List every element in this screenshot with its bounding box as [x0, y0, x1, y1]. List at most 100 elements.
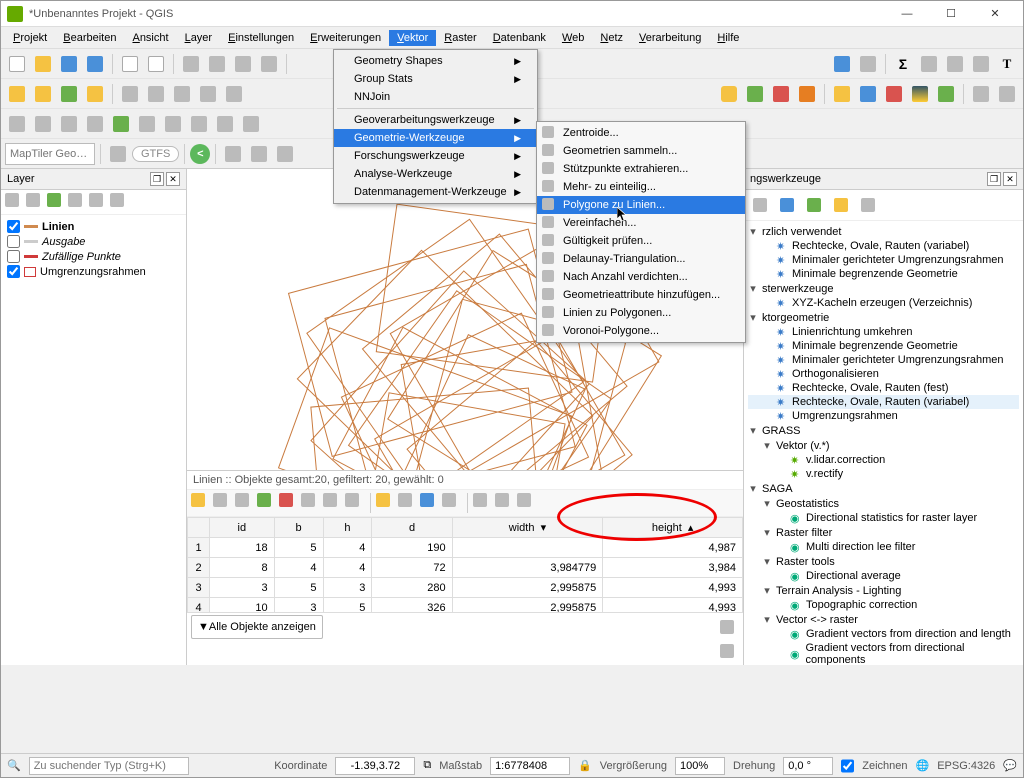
geom7-button[interactable] — [161, 112, 185, 136]
processing-item[interactable]: ✷v.rectify — [748, 467, 1019, 481]
at-zoom-icon[interactable] — [442, 493, 462, 513]
table-row-header[interactable]: 1 — [188, 538, 210, 558]
table-cell[interactable]: 18 — [210, 538, 275, 558]
tool-row4-c[interactable] — [247, 142, 271, 166]
global-search-input[interactable] — [29, 757, 189, 775]
geom9-button[interactable] — [213, 112, 237, 136]
geom10-button[interactable] — [239, 112, 263, 136]
vector-menu-item[interactable]: Analyse-Werkzeuge▶ — [334, 165, 537, 183]
maptiler-search-input[interactable] — [5, 143, 95, 165]
pan-selection-button[interactable] — [205, 52, 229, 76]
table-header[interactable]: id — [210, 518, 275, 538]
processing-group[interactable]: ▾ktorgeometrie — [748, 310, 1019, 325]
expand-icon[interactable] — [68, 193, 86, 211]
table-view-icon[interactable] — [715, 615, 739, 639]
at-form-icon[interactable] — [517, 493, 537, 513]
pan-button[interactable] — [179, 52, 203, 76]
close-button[interactable]: ✕ — [973, 1, 1017, 27]
geom-submenu-item[interactable]: Nach Anzahl verdichten... — [537, 268, 745, 286]
coord-value-input[interactable] — [335, 757, 415, 775]
table-cell[interactable]: 5 — [274, 538, 323, 558]
sigma-button[interactable]: Σ — [891, 52, 915, 76]
color3-button[interactable] — [882, 82, 906, 106]
processing-item[interactable]: ✷Minimaler gerichteter Umgrenzungsrahmen — [748, 253, 1019, 267]
table-cell[interactable]: 280 — [372, 578, 452, 598]
geom3-button[interactable] — [57, 112, 81, 136]
processing-item[interactable]: ✷Minimale begrenzende Geometrie — [748, 267, 1019, 281]
geom8-button[interactable] — [187, 112, 211, 136]
vector-menu-item[interactable]: Datenmanagement-Werkzeuge▶ — [334, 183, 537, 201]
geom6-button[interactable] — [135, 112, 159, 136]
geom-submenu-item[interactable]: Gültigkeit prüfen... — [537, 232, 745, 250]
tool3-button[interactable] — [969, 52, 993, 76]
tool-row4-a[interactable] — [106, 142, 130, 166]
table-cell[interactable] — [452, 538, 603, 558]
proc-run-icon[interactable] — [802, 193, 826, 217]
table-cell[interactable]: 4 — [323, 558, 372, 578]
tool-row4-b[interactable] — [221, 142, 245, 166]
table-cell[interactable]: 5 — [274, 578, 323, 598]
collapse-icon[interactable] — [89, 193, 107, 211]
db1-button[interactable] — [5, 82, 29, 106]
menu-netz[interactable]: Netz — [592, 30, 631, 46]
menu-ansicht[interactable]: Ansicht — [124, 30, 176, 46]
menu-projekt[interactable]: Projekt — [5, 30, 55, 46]
geom-submenu-item[interactable]: Delaunay-Triangulation... — [537, 250, 745, 268]
vector-menu-item[interactable]: Geoverarbeitungswerkzeuge▶ — [334, 111, 537, 129]
color1-button[interactable] — [830, 82, 854, 106]
plugin-button[interactable] — [934, 82, 958, 106]
processing-item[interactable]: ✷Rechtecke, Ovale, Rauten (variabel) — [748, 395, 1019, 409]
layout-manager-button[interactable] — [144, 52, 168, 76]
vector-menu-item[interactable]: Group Stats▶ — [334, 70, 537, 88]
processing-item[interactable]: ✷Minimale begrenzende Geometrie — [748, 339, 1019, 353]
geom-submenu-item[interactable]: Stützpunkte extrahieren... — [537, 160, 745, 178]
menu-hilfe[interactable]: Hilfe — [709, 30, 747, 46]
layers-tree[interactable]: LinienAusgabeZufällige PunkteUmgrenzungs… — [1, 215, 186, 665]
menu-web[interactable]: Web — [554, 30, 592, 46]
table-cell[interactable]: 4 — [274, 558, 323, 578]
at-edit-icon[interactable] — [191, 493, 211, 513]
panel-close-button[interactable]: ✕ — [166, 172, 180, 186]
table-cell[interactable]: 3,984779 — [452, 558, 603, 578]
identify-button[interactable] — [830, 52, 854, 76]
table-cell[interactable]: 5 — [323, 598, 372, 613]
geom-submenu-item[interactable]: Voronoi-Polygone... — [537, 322, 745, 340]
at-deselect-icon[interactable] — [398, 493, 418, 513]
geom-submenu-item[interactable]: Vereinfachen... — [537, 214, 745, 232]
menu-vektor[interactable]: Vektor — [389, 30, 436, 46]
tool1-button[interactable] — [917, 52, 941, 76]
measure-button[interactable] — [856, 52, 880, 76]
processing-group[interactable]: ▾sterwerkzeuge — [748, 281, 1019, 296]
menu-raster[interactable]: Raster — [436, 30, 484, 46]
messages-icon[interactable]: 💬 — [1003, 759, 1017, 772]
menu-bearbeiten[interactable]: Bearbeiten — [55, 30, 124, 46]
geometry-tools-submenu[interactable]: Zentroide...Geometrien sammeln...Stützpu… — [536, 121, 746, 343]
edit-pen-button[interactable] — [83, 82, 107, 106]
at-calc-icon[interactable] — [495, 493, 515, 513]
processing-tree[interactable]: ▾rzlich verwendet ✷Rechtecke, Ovale, Raut… — [744, 221, 1023, 665]
processing-group[interactable]: ▾rzlich verwendet — [748, 224, 1019, 239]
crs-label[interactable]: EPSG:4326 — [937, 760, 995, 772]
proc-result-icon[interactable] — [829, 193, 853, 217]
layer-row[interactable]: Linien — [7, 219, 180, 234]
rot-value-input[interactable] — [783, 757, 833, 775]
at-select-icon[interactable] — [376, 493, 396, 513]
digitize5-button[interactable] — [222, 82, 246, 106]
label3-button[interactable] — [769, 82, 793, 106]
tool2-button[interactable] — [943, 52, 967, 76]
digitize4-button[interactable] — [196, 82, 220, 106]
text-button[interactable]: T — [995, 52, 1019, 76]
processing-item[interactable]: ✷Umgrenzungsrahmen — [748, 409, 1019, 423]
db2-button[interactable] — [31, 82, 55, 106]
layout-button[interactable] — [118, 52, 142, 76]
proc-opt-icon[interactable] — [856, 193, 880, 217]
processing-item[interactable]: ◉Directional average — [748, 569, 1019, 583]
geom1-button[interactable] — [5, 112, 29, 136]
proc-history-icon[interactable] — [775, 193, 799, 217]
table-cell[interactable]: 72 — [372, 558, 452, 578]
zoom-in-button[interactable] — [231, 52, 255, 76]
label2-button[interactable] — [743, 82, 767, 106]
label4-button[interactable] — [795, 82, 819, 106]
table-cell[interactable]: 190 — [372, 538, 452, 558]
label1-button[interactable] — [717, 82, 741, 106]
